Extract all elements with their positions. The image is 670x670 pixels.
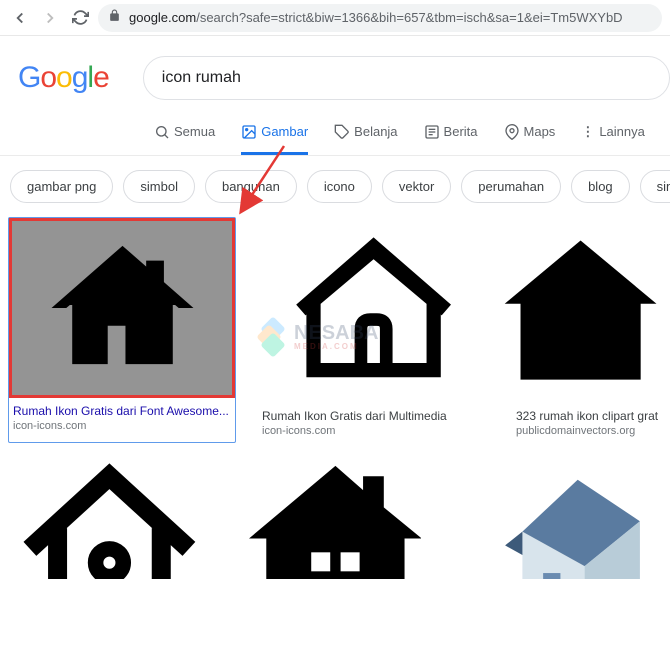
search-header: Google [0,36,670,100]
more-icon: ⋮ [581,124,595,140]
chip-simbol[interactable]: simbol [123,170,195,203]
tab-shopping[interactable]: Belanja [334,124,397,155]
chip-vektor[interactable]: vektor [382,170,451,203]
result-title: Rumah Ikon Gratis dari Multimedia [258,403,490,425]
tab-images[interactable]: Gambar [241,124,308,155]
house-icon [275,231,472,389]
result-source: icon-icons.com [258,425,490,443]
image-icon [241,124,257,140]
house-icon [482,231,670,389]
result-thumbnail[interactable] [258,217,490,403]
reload-button[interactable] [68,6,92,30]
watermark: NESABA MEDIA.COM [260,320,378,354]
chip-blog[interactable]: blog [571,170,630,203]
result-thumbnail[interactable] [9,218,235,398]
result-source: icon-icons.com [9,420,235,438]
image-result-3[interactable]: 323 rumah ikon clipart grat publicdomain… [512,217,670,443]
chip-bangunan[interactable]: bangunan [205,170,297,203]
url-text: google.com/search?safe=strict&biw=1366&b… [129,10,623,25]
chip-gambar-png[interactable]: gambar png [10,170,113,203]
google-logo[interactable]: Google [18,61,109,95]
image-result-4[interactable] [8,459,211,579]
tab-maps[interactable]: Maps [504,124,556,155]
image-result-6[interactable] [459,459,662,579]
house-icon [29,234,216,382]
house-icon [249,459,422,579]
search-tabs: Semua Gambar Belanja Berita Maps ⋮ Lainn… [0,100,670,156]
tab-news[interactable]: Berita [424,124,478,155]
back-button[interactable] [8,6,32,30]
map-icon [504,124,520,140]
tag-icon [334,124,350,140]
search-box[interactable] [143,56,670,100]
house-icon [23,459,196,579]
tab-more[interactable]: ⋮ Lainnya [581,124,645,155]
news-icon [424,124,440,140]
chip-sim[interactable]: sim [640,170,670,203]
image-result-1[interactable]: Rumah Ikon Gratis dari Font Awesome... i… [8,217,236,443]
result-title: Rumah Ikon Gratis dari Font Awesome... [9,398,235,420]
chip-icono[interactable]: icono [307,170,372,203]
lock-icon [108,9,121,27]
result-title: 323 rumah ikon clipart grat [512,403,670,425]
search-icon [154,124,170,140]
browser-toolbar: google.com/search?safe=strict&biw=1366&b… [0,0,670,36]
result-thumbnail[interactable] [512,217,670,403]
chip-perumahan[interactable]: perumahan [461,170,561,203]
house-3d-icon [474,459,647,579]
address-bar[interactable]: google.com/search?safe=strict&biw=1366&b… [98,4,662,32]
image-result-5[interactable] [233,459,436,579]
forward-button[interactable] [38,6,62,30]
tab-all[interactable]: Semua [154,124,215,155]
filter-chips: gambar png simbol bangunan icono vektor … [0,156,670,217]
search-input[interactable] [162,69,651,87]
image-results-row-2 [0,443,670,579]
result-source: publicdomainvectors.org [512,425,670,443]
watermark-logo-icon [260,320,288,354]
